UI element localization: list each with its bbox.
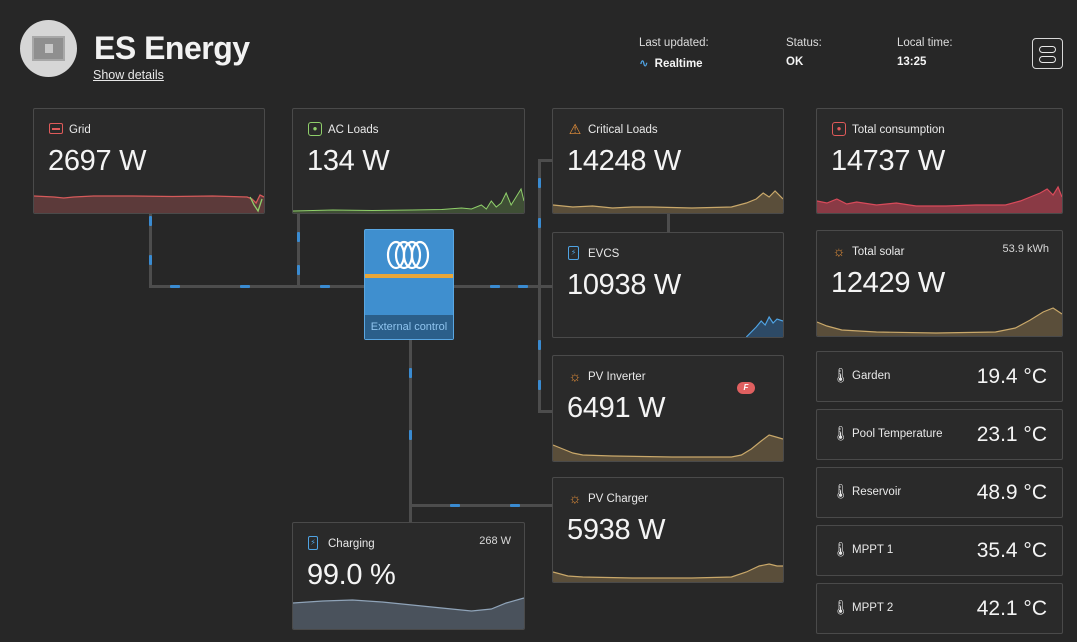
site-avatar (20, 20, 77, 77)
critical-loads-sparkline (553, 190, 783, 213)
grid-card[interactable]: Grid 2697 W (33, 108, 265, 214)
last-updated-value: ∿ Realtime (639, 58, 703, 70)
sun-icon: ☼ (568, 368, 582, 384)
temp-value: 42.1 °C (976, 597, 1047, 620)
toggle-view-button[interactable] (1032, 38, 1063, 69)
battery-card[interactable]: ⚡ Charging 268 W 99.0 % (292, 522, 525, 630)
thermometer-icon: 🌡︎ (832, 599, 850, 615)
site-image-icon (32, 36, 65, 61)
critical-loads-card[interactable]: ⚠ Critical Loads 14248 W (552, 108, 784, 214)
pv-charger-title: PV Charger (588, 493, 649, 505)
pv-charger-sparkline (553, 563, 783, 582)
inverter-block[interactable]: External control (364, 229, 454, 340)
warning-icon: ⚠ (568, 121, 582, 137)
thermometer-icon: 🌡︎ (832, 541, 850, 557)
pv-inverter-title: PV Inverter (588, 371, 646, 383)
local-time-label: Local time: (897, 37, 953, 49)
temp-value: 23.1 °C (976, 423, 1047, 446)
ac-loads-title: AC Loads (328, 124, 379, 136)
total-consumption-title: Total consumption (852, 124, 945, 136)
sun-icon: ☼ (568, 490, 582, 506)
ev-charger-icon: ⚡ (568, 246, 579, 260)
local-time-value: 13:25 (897, 56, 927, 68)
temp-value: 48.9 °C (976, 481, 1047, 504)
total-consumption-sparkline (817, 185, 1062, 213)
temp-card-mppt1[interactable]: 🌡︎ MPPT 1 35.4 °C (816, 525, 1063, 576)
grid-title: Grid (69, 124, 91, 136)
temp-card-garden[interactable]: 🌡︎ Garden 19.4 °C (816, 351, 1063, 402)
pv-inverter-sparkline (553, 434, 783, 461)
temp-card-pool[interactable]: 🌡︎ Pool Temperature 23.1 °C (816, 409, 1063, 460)
temp-value: 35.4 °C (976, 539, 1047, 562)
inverter-mode-label: External control (370, 321, 448, 333)
total-solar-energy: 53.9 kWh (1002, 243, 1049, 255)
grid-sparkline (34, 194, 264, 213)
status-value: OK (786, 56, 804, 68)
temp-name: MPPT 1 (852, 544, 894, 556)
temp-name: Pool Temperature (852, 428, 943, 440)
thermometer-icon: 🌡︎ (832, 425, 850, 441)
total-consumption-card[interactable]: ● Total consumption 14737 W (816, 108, 1063, 214)
battery-icon: ⚡ (308, 536, 318, 550)
wire-ac-bus (149, 285, 364, 288)
site-title: ES Energy (94, 30, 250, 66)
victron-logo-icon (386, 240, 430, 270)
battery-power: 268 W (479, 535, 511, 547)
ac-loads-card[interactable]: ● AC Loads 134 W (292, 108, 525, 214)
wire-ac-loads (297, 214, 300, 288)
pv-charger-card[interactable]: ☼ PV Charger 5938 W (552, 477, 784, 583)
total-solar-sparkline (817, 307, 1062, 336)
evcs-card[interactable]: ⚡ EVCS 10938 W (552, 232, 784, 338)
sun-icon: ☼ (832, 243, 846, 259)
plug-icon: ● (308, 122, 322, 136)
status-label: Status: (786, 37, 822, 49)
temp-name: Reservoir (852, 486, 902, 498)
thermometer-icon: 🌡︎ (832, 367, 850, 383)
thermometer-icon: 🌡︎ (832, 483, 850, 499)
critical-loads-title: Critical Loads (588, 124, 658, 136)
evcs-sparkline (553, 315, 783, 337)
wire-evcs (667, 214, 670, 232)
fronius-badge-icon: F (737, 382, 755, 394)
consumption-icon: ● (832, 122, 846, 136)
pv-inverter-card[interactable]: ☼ PV Inverter 6491 W (552, 355, 784, 462)
ac-loads-sparkline (293, 187, 524, 213)
battery-title: Charging (328, 538, 375, 550)
grid-icon (49, 123, 63, 134)
battery-sparkline (293, 597, 524, 629)
temp-value: 19.4 °C (976, 365, 1047, 388)
wire-pv-charger (409, 504, 552, 507)
total-solar-title: Total solar (852, 246, 905, 258)
evcs-title: EVCS (588, 248, 620, 260)
show-details-link[interactable]: Show details (93, 68, 164, 82)
toggle-icon (1039, 46, 1056, 53)
temp-name: MPPT 2 (852, 602, 894, 614)
temp-card-mppt2[interactable]: 🌡︎ MPPT 2 42.1 °C (816, 583, 1063, 634)
last-updated-label: Last updated: (639, 37, 709, 49)
temp-name: Garden (852, 370, 891, 382)
realtime-wave-icon: ∿ (639, 58, 649, 70)
temp-card-reservoir[interactable]: 🌡︎ Reservoir 48.9 °C (816, 467, 1063, 518)
total-solar-card[interactable]: ☼ Total solar 53.9 kWh 12429 W (816, 230, 1063, 337)
